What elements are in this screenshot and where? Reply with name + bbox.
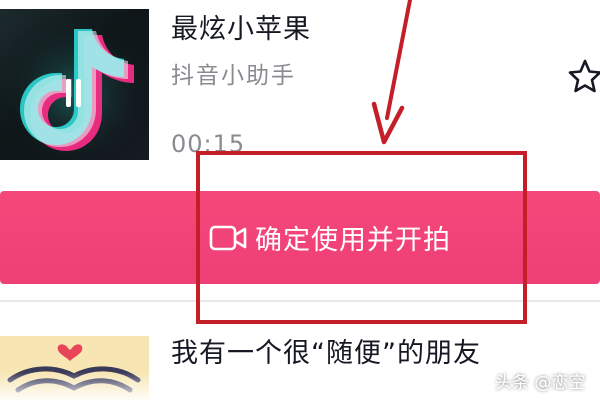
star-outline-icon[interactable] (568, 56, 600, 96)
song-title: 最炫小苹果 (171, 14, 311, 45)
song-artist: 抖音小助手 (171, 63, 296, 89)
music-picker-screen: 最炫小苹果 抖音小助手 00:15 确定使用并开拍 我有一个很“随便”的朋友 头… (0, 0, 600, 400)
tiktok-logo-icon (0, 9, 149, 160)
annotation-arrow-icon (371, 0, 412, 145)
song-cover-tiktok-logo-icon[interactable] (0, 9, 149, 160)
annotation-highlight-box (196, 151, 527, 324)
watermark: 头条 @恋空 (495, 373, 586, 393)
song-title: 我有一个很“随便”的朋友 (171, 338, 481, 369)
